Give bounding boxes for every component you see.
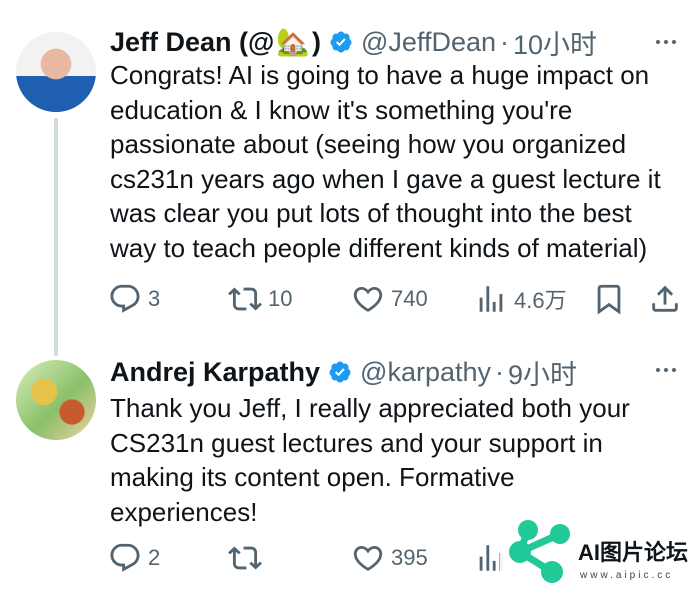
watermark-url: www.aipic.cc xyxy=(580,570,674,581)
share-icon xyxy=(652,285,678,312)
reply-icon xyxy=(110,543,140,572)
house-emoji: 🏡 xyxy=(276,27,310,57)
author-name[interactable]: Jeff Dean (@🏡) xyxy=(110,26,321,58)
retweet-count: 10 xyxy=(268,286,293,311)
timestamp[interactable]: 10小时 xyxy=(513,23,597,62)
retweet-icon xyxy=(228,287,262,311)
verified-badge-icon[interactable] xyxy=(329,30,353,54)
tweet-jeff-dean[interactable]: Jeff Dean (@🏡) @JeffDean · 10小时 Congrats… xyxy=(0,0,700,345)
avatar[interactable] xyxy=(16,360,96,440)
reply-button[interactable]: 2 xyxy=(108,540,160,576)
avatar[interactable] xyxy=(16,32,96,112)
bookmark-button[interactable] xyxy=(592,281,626,317)
separator-dot: · xyxy=(500,26,509,57)
separator-dot: · xyxy=(495,356,505,387)
like-button[interactable]: 395 xyxy=(351,540,428,576)
reply-icon xyxy=(110,284,140,313)
retweet-button[interactable] xyxy=(228,540,268,576)
share-button[interactable] xyxy=(648,281,682,317)
views-button[interactable]: 4.6万 xyxy=(474,281,567,317)
tweet-header: Andrej Karpathy @karpathy · 9小时 xyxy=(110,354,577,390)
retweet-icon xyxy=(228,546,262,570)
author-handle[interactable]: @JeffDean xyxy=(361,27,496,58)
thread-connector-line xyxy=(54,118,58,356)
views-chart-icon xyxy=(479,286,503,312)
views-count: 4.6万 xyxy=(514,288,567,313)
author-name[interactable]: Andrej Karpathy xyxy=(110,357,320,388)
reply-count: 2 xyxy=(148,545,161,570)
heart-icon xyxy=(353,545,383,571)
watermark-logo: AI图片论坛 www.aipic.cc xyxy=(500,512,700,595)
verified-badge-icon[interactable] xyxy=(328,360,352,384)
tweet-text: Thank you Jeff, I really appreciated bot… xyxy=(110,393,630,527)
tweet-actions: 3 10 740 4.6万 xyxy=(108,281,680,317)
like-button[interactable]: 740 xyxy=(351,281,428,317)
network-logo-icon xyxy=(509,520,570,583)
reply-count: 3 xyxy=(148,286,161,311)
like-count: 395 xyxy=(391,545,428,570)
like-count: 740 xyxy=(391,286,428,311)
watermark-text: AI图片论坛 xyxy=(578,540,689,565)
heart-icon xyxy=(353,286,383,312)
more-options-icon[interactable] xyxy=(648,32,684,52)
tweet-text: Congrats! AI is going to have a huge imp… xyxy=(110,60,661,263)
retweet-button[interactable]: 10 xyxy=(228,281,292,317)
author-name-text[interactable]: Jeff Dean (@ xyxy=(110,27,274,57)
reply-button[interactable]: 3 xyxy=(108,281,160,317)
tweet-header: Jeff Dean (@🏡) @JeffDean · 10小时 xyxy=(110,24,597,60)
author-name-suffix[interactable]: ) xyxy=(312,27,321,57)
bookmark-icon xyxy=(597,284,621,315)
more-options-icon[interactable] xyxy=(648,360,684,380)
timestamp[interactable]: 9小时 xyxy=(508,353,577,392)
author-handle[interactable]: @karpathy xyxy=(360,357,491,388)
